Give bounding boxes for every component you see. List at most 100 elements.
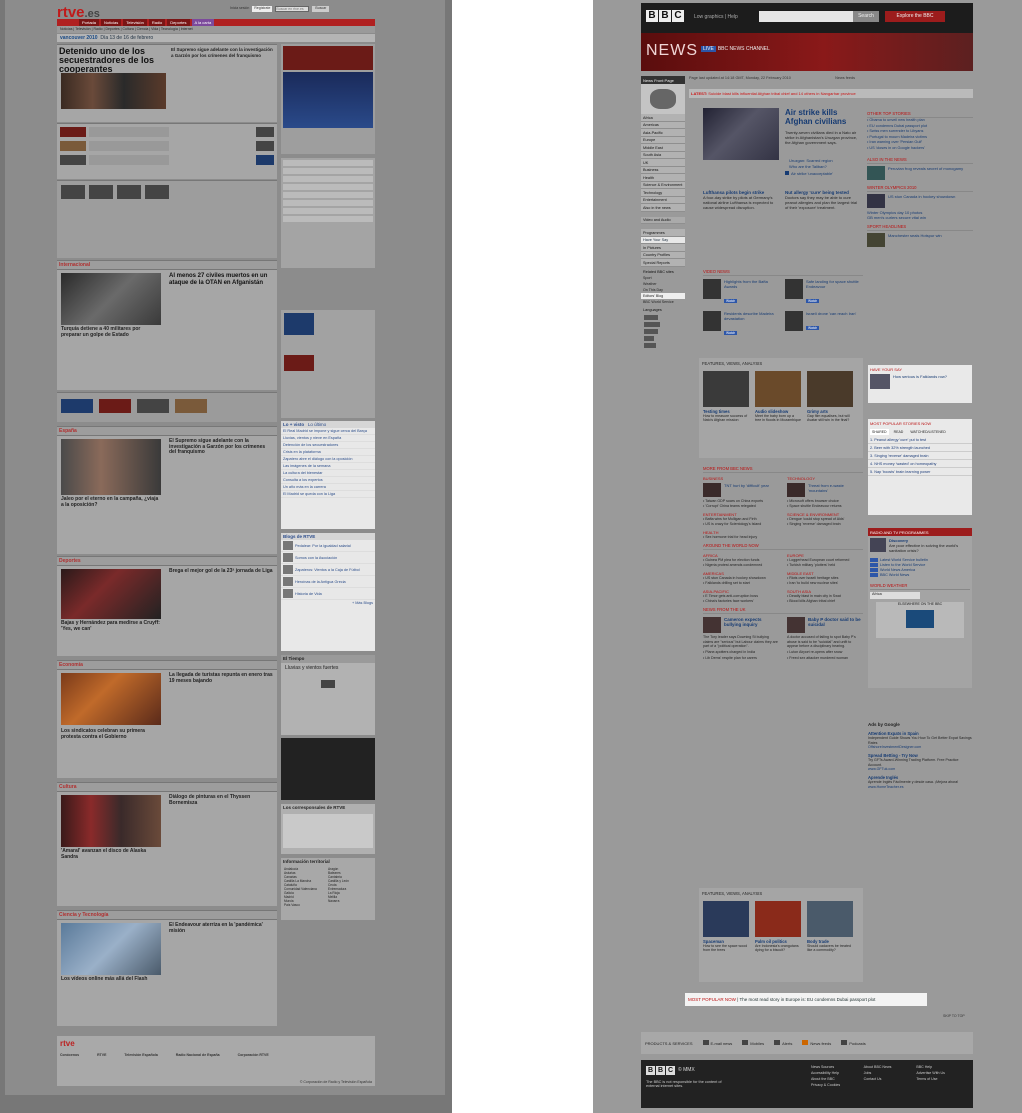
rtve-search-input[interactable]: [275, 6, 310, 12]
bbc-uk-lead[interactable]: Baby P doctor said to be suicidal: [787, 617, 863, 633]
bbc-nav-item[interactable]: Americas: [641, 121, 685, 129]
rtve-cultura-sub[interactable]: 'Amaral' avanzan el disco de Alaska Sand…: [61, 848, 161, 860]
bbc-also-title[interactable]: ALSO IN THE NEWS: [867, 156, 973, 164]
rtve-more-blogs-link[interactable]: + Más Blogs: [281, 600, 375, 606]
bbc-most-pop-item[interactable]: 3. Singing 'reverse' damaged brain: [868, 452, 972, 460]
rtve-world-map[interactable]: [283, 813, 373, 848]
rtve-lo-mas-item[interactable]: El Madrid se queda con la Liga: [281, 491, 375, 498]
rtve-tab-television[interactable]: Televisión: [123, 19, 147, 26]
bbc-winter-item[interactable]: GB men's curlers secure vital win: [867, 215, 973, 220]
rtve-rne-thumb[interactable]: [284, 355, 314, 371]
rtve-gallery[interactable]: [281, 738, 375, 800]
bbc-region-item[interactable]: • China's factories face workers': [703, 599, 779, 604]
bbc-video-item[interactable]: Residents describe Madeira devastation Wa…: [703, 311, 781, 339]
rtve-deportes-headline[interactable]: Brega el mejor gol de la 23ª jornada de …: [169, 568, 273, 575]
bbc-most-popular-now[interactable]: MOST POPULAR NOW | The most read story i…: [685, 993, 927, 1006]
rtve-footer-link[interactable]: RTVE: [97, 1053, 106, 1057]
rtve-login-link[interactable]: Inicia sesión: [230, 6, 249, 12]
bbc-nav-item[interactable]: Europe: [641, 136, 685, 144]
bbc-news-title[interactable]: NEWS: [646, 42, 698, 60]
bbc-radio-feature[interactable]: Discovery Are poor effective in solving …: [868, 536, 972, 555]
rtve-news-row[interactable]: [60, 155, 274, 165]
bbc-region-item[interactable]: • Falklands drilling set to start: [703, 581, 779, 586]
bbc-product-alerts[interactable]: Alerts: [774, 1040, 792, 1046]
bbc-footer-link[interactable]: Accessibility Help: [811, 1071, 864, 1075]
rtve-lo-mas-item[interactable]: Crisis en la plataforma: [281, 449, 375, 456]
rtve-deportes-photo[interactable]: [61, 569, 161, 619]
rtve-tab-alacarta[interactable]: A la carta: [191, 19, 215, 26]
bbc-tab-watched[interactable]: WATCHED/LISTENED: [908, 429, 947, 435]
rtve-europa-thumb[interactable]: [99, 399, 131, 413]
rtve-program-row[interactable]: [283, 208, 373, 214]
bbc-nav-item[interactable]: UK: [641, 159, 685, 167]
rtve-search-button[interactable]: Buscar: [312, 6, 330, 12]
rtve-ciencia-sub[interactable]: Los vídeos online más allá del Flash: [61, 976, 161, 983]
bbc-region-item[interactable]: • Turkish military 'plotters' held: [787, 563, 863, 568]
rtve-footer-logo[interactable]: rtve: [60, 1039, 75, 1048]
bbc-sport-title[interactable]: SPORT HEADLINES: [867, 223, 973, 231]
rtve-tab-portada[interactable]: Portada: [79, 19, 100, 26]
rtve-espana-sub[interactable]: Jaleo por el eterno en la campaña, ¿viaj…: [61, 496, 161, 508]
rtve-live-player[interactable]: [283, 72, 373, 128]
bbc-product-email[interactable]: E-mail news: [702, 1040, 732, 1046]
rtve-espana-headline-top[interactable]: El Supremo sigue adelante con la investi…: [171, 47, 275, 58]
rtve-section-title[interactable]: España: [57, 427, 277, 436]
bbc-nav-languages[interactable]: Languages: [641, 305, 685, 313]
rtve-lo-mas-item[interactable]: Las imágenes de la semana: [281, 463, 375, 470]
rtve-ciencia-headline[interactable]: El Endeavour aterriza en la 'pandémica' …: [169, 922, 273, 934]
bbc-radio-item[interactable]: World News America: [870, 568, 970, 572]
bbc-nav-item[interactable]: South Asia: [641, 151, 685, 159]
rtve-section-title[interactable]: Internacional: [57, 261, 277, 270]
rtve-footer-link[interactable]: Corporación RTVE: [238, 1053, 269, 1057]
rtve-internacional-headline[interactable]: Al menos 27 civiles muertos en un ataque…: [169, 273, 273, 287]
bbc-elsewhere-box[interactable]: ELSEWHERE ON THE BBC: [876, 602, 964, 638]
bbc-video-item[interactable]: Safe landing for space shuttle Endeavour…: [785, 279, 863, 307]
bbc-footer-link[interactable]: Jobs: [864, 1071, 917, 1075]
bbc-footer-link[interactable]: Privacy & Cookies: [811, 1083, 864, 1087]
rtve-economia-photo[interactable]: [61, 673, 161, 725]
rtve-lo-mas-item[interactable]: La cultura del bienestar: [281, 470, 375, 477]
rtve-weather-play-button[interactable]: [321, 680, 335, 688]
bbc-feature-item[interactable]: Audio slideshow Meet the baby born up a t…: [755, 371, 801, 423]
rtve-ciencia-photo[interactable]: [61, 923, 161, 975]
rtve-tab-lo-mas-visto[interactable]: Lo + visto: [283, 422, 304, 427]
rtve-program-row[interactable]: [283, 160, 373, 166]
rtve-correspondents-title[interactable]: Los corresponsales de RTVE: [281, 804, 375, 812]
bbc-category-lead[interactable]: TNT hurt by 'difficult' year: [703, 483, 779, 497]
bbc-most-pop-item[interactable]: 2. Beer with 32% strength launched: [868, 444, 972, 452]
bbc-nav-front-page[interactable]: News Front Page: [641, 76, 685, 84]
bbc-video-item[interactable]: Israeli drone 'can reach Iran' Watch: [785, 311, 863, 339]
rtve-media-thumb[interactable]: [61, 185, 85, 199]
language-link[interactable]: [644, 342, 656, 348]
rtve-lo-mas-item[interactable]: Un año más en la carrera: [281, 484, 375, 491]
bbc-category-item[interactable]: • 'Corrupt' China teams relegated: [703, 504, 779, 509]
bbc-nav-item[interactable]: Special Reports: [641, 259, 685, 267]
bbc-footer-link[interactable]: Contact Us: [864, 1077, 917, 1081]
rtve-region-link[interactable]: País Vasco: [284, 903, 328, 907]
rtve-blog-item[interactable]: Somos con la Asociación: [281, 552, 375, 564]
bbc-product-feeds[interactable]: News feeds: [802, 1040, 831, 1046]
bbc-nav-item[interactable]: Technology: [641, 189, 685, 197]
rtve-footer-link[interactable]: Conócenos: [60, 1053, 79, 1057]
rtve-news-row[interactable]: [60, 127, 274, 137]
bbc-nav-item[interactable]: Middle East: [641, 144, 685, 152]
rtve-program-row[interactable]: [283, 168, 373, 174]
rtve-espana-photo[interactable]: [61, 439, 161, 495]
bbc-feature-item[interactable]: Testing times How to measure success of N…: [703, 371, 749, 423]
rtve-region-link[interactable]: Navarra: [328, 899, 372, 903]
bbc-footer-link[interactable]: BBC Help: [916, 1065, 969, 1069]
bbc-category-item[interactable]: • Space shuttle Endeavour returns: [787, 504, 863, 509]
rtve-blog-item[interactable]: Heroínas de la Antigua Grecia: [281, 576, 375, 588]
bbc-more-from-title[interactable]: MORE FROM BBC NEWS: [703, 465, 863, 473]
bbc-radio-item[interactable]: Latest World Service bulletin: [870, 558, 970, 562]
bbc-category-item[interactable]: • Sex hormone trial for head injury: [703, 535, 779, 540]
bbc-nav-item[interactable]: Country Profiles: [641, 251, 685, 259]
bbc-region-item[interactable]: • Nigeria protest amends condemned: [703, 563, 779, 568]
bbc-uk-lead[interactable]: Cameron expects bullying inquiry: [703, 617, 779, 633]
rtve-program-row[interactable]: [283, 184, 373, 190]
rtve-lo-mas-item[interactable]: Detención de los secuestradores: [281, 442, 375, 449]
bbc-nav-video-audio[interactable]: Video and Audio: [641, 216, 685, 224]
rtve-video-thumb[interactable]: [283, 46, 373, 70]
rtve-tab-noticias[interactable]: Noticias: [101, 19, 122, 26]
bbc-feature-item[interactable]: Grimy arts Gap film equalises, but will A…: [807, 371, 853, 423]
